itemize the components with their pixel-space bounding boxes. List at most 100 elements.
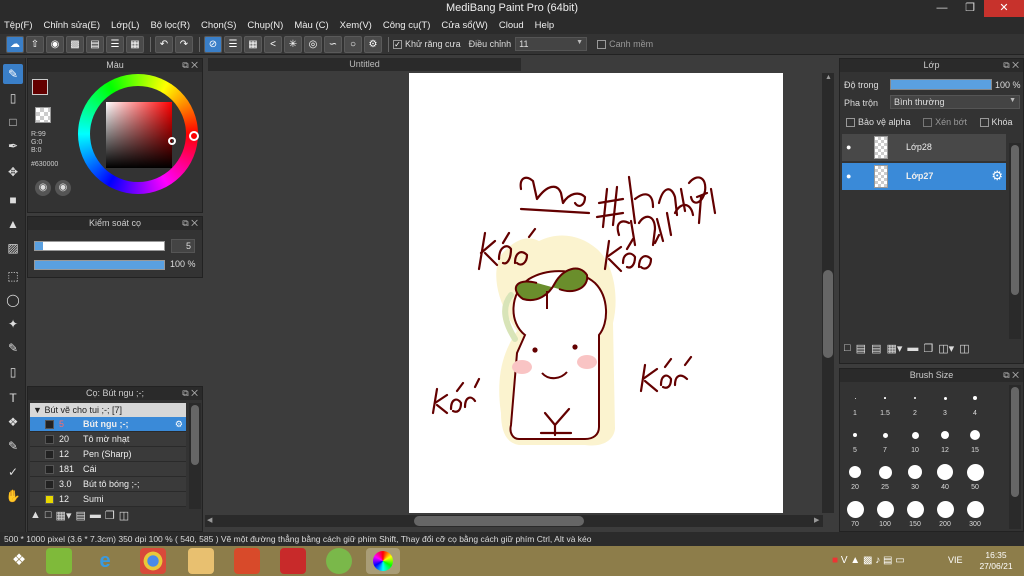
snap-off-icon[interactable]: ⊘	[204, 35, 222, 53]
brush-size-dot[interactable]	[884, 397, 886, 399]
curve-snap-icon[interactable]: ∽	[324, 35, 342, 53]
primary-color-swatch[interactable]	[32, 79, 48, 95]
brush-list-scroll-thumb[interactable]	[191, 405, 199, 465]
add-brush-icon[interactable]: ▦▾	[56, 509, 72, 527]
brush-size-value[interactable]: 5	[171, 239, 195, 253]
hue-cursor[interactable]	[189, 131, 199, 141]
brush-size-dot[interactable]	[943, 396, 947, 400]
canvas-horizontal-thumb[interactable]	[414, 516, 584, 526]
tray-network-icon[interactable]: ▩	[863, 555, 872, 566]
grid-icon[interactable]: ▦	[126, 35, 144, 53]
brush-size-dot[interactable]	[941, 431, 949, 439]
menu-file[interactable]: Tệp(F)	[4, 20, 33, 31]
brush-settings-icon[interactable]: ▤	[75, 509, 85, 527]
radial-snap-icon[interactable]: ✳	[284, 35, 302, 53]
brush-group-header[interactable]: ▼ Bút vẽ cho tui ;-; [7]	[30, 403, 186, 417]
ellipse-snap-icon[interactable]: ○	[344, 35, 362, 53]
comment-icon[interactable]: ◉	[46, 35, 64, 53]
menu-window[interactable]: Cửa sổ(W)	[441, 20, 487, 31]
layer-row[interactable]: ● Lớp28	[842, 134, 1006, 161]
brush-size-dot[interactable]	[908, 465, 922, 479]
brush-size-dot[interactable]	[853, 433, 857, 437]
close-button[interactable]: ✕	[984, 0, 1024, 17]
duplicate-brush-icon[interactable]: ❐	[105, 509, 115, 527]
brush-size-dot[interactable]	[966, 463, 984, 481]
operation-tool-icon[interactable]: ❖	[3, 412, 23, 432]
brush-list-item[interactable]: 181 Cái	[30, 462, 186, 477]
brush-size-dot[interactable]	[970, 430, 980, 440]
chat-icon[interactable]: ▩	[66, 35, 84, 53]
panel-close-icon[interactable]: ⧉ ✕	[1003, 59, 1019, 72]
new-layer-icon[interactable]: □	[844, 342, 851, 360]
powerpoint-icon[interactable]	[234, 548, 260, 574]
eraser-tool-icon[interactable]: ▯	[3, 88, 23, 108]
merge-layer-icon[interactable]: ◫▾	[938, 342, 954, 360]
canvas-vertical-thumb[interactable]	[823, 270, 833, 358]
panel-close-icon[interactable]: ⧉ ✕	[182, 217, 198, 230]
brush-folder-icon[interactable]: ▬	[90, 509, 101, 527]
blend-mode-dropdown[interactable]: Bình thường ▼	[890, 95, 1020, 109]
select-rect-icon[interactable]: ⬚	[3, 266, 23, 286]
circle-snap-icon[interactable]: ◎	[304, 35, 322, 53]
panel-close-icon[interactable]: ⧉ ✕	[182, 59, 198, 72]
undo-icon[interactable]: ↶	[155, 35, 173, 53]
brush-size-dot[interactable]	[846, 500, 864, 518]
magic-wand-icon[interactable]: ✦	[3, 314, 23, 334]
menu-filter[interactable]: Bộ lọc(R)	[150, 20, 190, 31]
share-icon[interactable]: ⇧	[26, 35, 44, 53]
snap-checkbox[interactable]	[597, 39, 607, 49]
tray-up-icon[interactable]: ▲	[850, 555, 860, 566]
layer-scroll-thumb[interactable]	[1011, 145, 1019, 295]
palette-icon[interactable]: ◉	[35, 180, 51, 196]
minimize-button[interactable]: —	[928, 0, 956, 17]
dot-pen-icon[interactable]: ✒	[3, 136, 23, 156]
brush-list-item[interactable]: 5 Bút ngu ;-; ⚙	[30, 417, 186, 432]
parallel-snap-icon[interactable]: ☰	[224, 35, 242, 53]
brush-size-dot[interactable]	[966, 500, 984, 518]
hand-tool-icon[interactable]: ✋	[3, 486, 23, 506]
bucket-tool-icon[interactable]: ▲	[3, 214, 23, 234]
menu-color[interactable]: Màu (C)	[294, 20, 328, 31]
layer-folder-icon[interactable]: ▬	[907, 342, 918, 360]
brush-list-scrollbar[interactable]	[189, 403, 201, 509]
gradient-tool-icon[interactable]: ▨	[3, 238, 23, 258]
language-indicator[interactable]: VIE	[948, 555, 963, 565]
select-pen-icon[interactable]: ✎	[3, 338, 23, 358]
wifi-icon[interactable]: ▤	[883, 555, 892, 566]
app-grid-icon[interactable]	[280, 548, 306, 574]
brush-size-slider[interactable]	[34, 241, 165, 251]
clipping-checkbox[interactable]	[923, 118, 933, 128]
file-explorer-icon[interactable]	[188, 548, 214, 574]
eyedropper-icon[interactable]: ✓	[3, 462, 23, 482]
text-tool-icon[interactable]: T	[3, 388, 23, 408]
brush-list-item[interactable]: 12 Sumi	[30, 492, 186, 507]
add-layer-icon[interactable]: ▦▾	[886, 342, 902, 360]
antialias-checkbox[interactable]: ✓	[393, 39, 402, 49]
brush-download-icon[interactable]: ▲	[30, 509, 41, 527]
tray-red-icon[interactable]: ■	[832, 555, 838, 566]
cross-snap-icon[interactable]: ▦	[244, 35, 262, 53]
bluestacks-icon[interactable]	[46, 548, 72, 574]
brush-size-dot[interactable]	[906, 500, 924, 518]
drawing-canvas[interactable]	[409, 73, 783, 513]
menu-edit[interactable]: Chỉnh sửa(E)	[44, 20, 101, 31]
list-icon[interactable]: ☰	[106, 35, 124, 53]
document-icon[interactable]: ▤	[86, 35, 104, 53]
duplicate-layer-icon[interactable]: ❐	[923, 342, 933, 360]
brush-size-dot[interactable]	[914, 397, 916, 399]
document-tab[interactable]: Untitled	[208, 58, 521, 71]
eye-icon[interactable]: ●	[846, 142, 851, 152]
layer-opacity-slider[interactable]	[890, 79, 992, 90]
green-app-icon[interactable]	[326, 548, 352, 574]
redo-icon[interactable]: ↷	[175, 35, 193, 53]
clock[interactable]: 16:35 27/06/21	[976, 550, 1016, 572]
brush-size-dot[interactable]	[973, 396, 977, 400]
brush-size-dot[interactable]	[882, 432, 888, 438]
eye-icon[interactable]: ●	[846, 171, 851, 181]
lasso-tool-icon[interactable]: ◯	[3, 290, 23, 310]
scroll-right-icon[interactable]: ▶	[814, 516, 819, 524]
settings-snap-icon[interactable]: ⚙	[364, 35, 382, 53]
select-eraser-icon[interactable]: ▯	[3, 362, 23, 382]
move-tool-icon[interactable]: ✥	[3, 162, 23, 182]
brush-size-dot[interactable]	[849, 466, 861, 478]
